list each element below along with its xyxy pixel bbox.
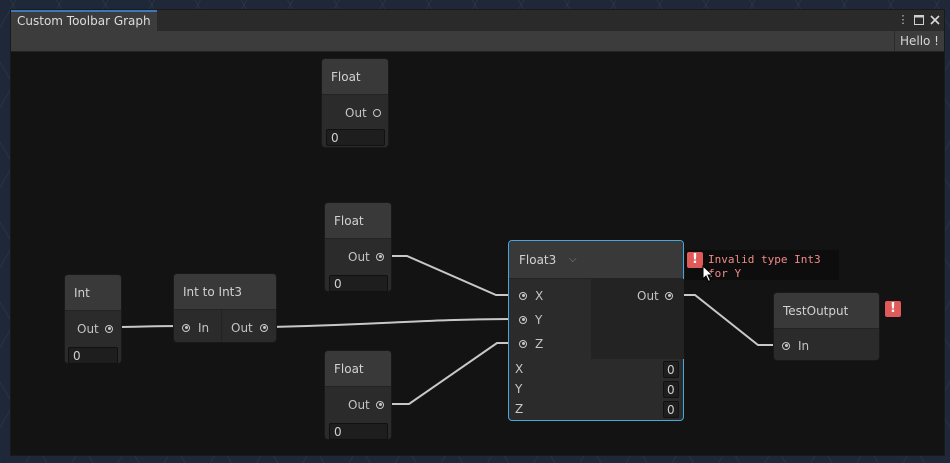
graph-toolbar: Hello ! — [11, 31, 944, 52]
node-title: Float3 ⌵ — [509, 241, 683, 279]
error-message: Invalid type Int3 for Y — [708, 253, 821, 280]
port-label: Out — [348, 398, 370, 412]
field-row-x: X 0 — [515, 361, 679, 379]
node-float-top[interactable]: Float Out 0 — [321, 58, 389, 148]
node-float3[interactable]: Float3 ⌵ X Y Z Out X 0 Y 0 Z 0 — [508, 240, 684, 421]
output-port-out[interactable]: Out — [348, 248, 388, 266]
value-field[interactable]: 0 — [68, 347, 118, 364]
field-label: X — [515, 362, 524, 376]
port-label: In — [198, 321, 210, 335]
input-port-y[interactable]: Y — [519, 311, 559, 329]
value-field[interactable]: 0 — [663, 361, 679, 378]
mouse-cursor-icon — [702, 265, 714, 283]
output-port-out[interactable]: Out — [348, 396, 388, 414]
hello-button[interactable]: Hello ! — [893, 31, 944, 51]
port-label: In — [798, 339, 810, 353]
port-label: Out — [637, 289, 659, 303]
input-port-in[interactable]: In — [782, 337, 822, 355]
output-port-out[interactable]: Out — [231, 319, 273, 337]
port-dot-icon[interactable] — [782, 341, 790, 350]
maximize-icon[interactable] — [914, 12, 924, 28]
node-title: Float — [325, 203, 391, 239]
kebab-menu-icon[interactable]: ⋮ — [898, 12, 909, 28]
value-field[interactable]: 0 — [326, 129, 385, 146]
node-title: Int — [65, 275, 121, 311]
warning-icon: ! — [885, 301, 901, 317]
graph-window: Custom Toolbar Graph ⋮ Hello ! — [10, 9, 945, 456]
node-title: Int to Int3 — [174, 274, 276, 310]
node-title: Float — [325, 351, 391, 387]
value-field[interactable]: 0 — [329, 423, 388, 440]
port-dot-icon[interactable] — [519, 291, 527, 300]
output-port-out[interactable]: Out — [77, 320, 117, 338]
port-dot-icon[interactable] — [376, 400, 384, 409]
tab-custom-toolbar-graph[interactable]: Custom Toolbar Graph — [11, 10, 157, 31]
port-dot-icon[interactable] — [519, 315, 527, 324]
port-label: Y — [535, 313, 543, 327]
input-port-in[interactable]: In — [182, 319, 222, 337]
node-int[interactable]: Int Out 0 — [64, 274, 122, 364]
value-field[interactable]: 0 — [663, 401, 679, 418]
window-controls: ⋮ — [898, 12, 940, 28]
field-row-z: Z 0 — [515, 401, 679, 419]
node-title-text: Float3 — [519, 253, 557, 267]
port-dot-icon[interactable] — [373, 108, 381, 117]
field-label: Z — [515, 402, 524, 416]
port-dot-icon[interactable] — [260, 323, 268, 332]
port-label: Out — [348, 250, 370, 264]
warning-icon: ! — [687, 252, 703, 268]
port-label: Out — [231, 321, 253, 335]
node-test-output[interactable]: TestOutput In — [773, 292, 880, 361]
close-icon[interactable] — [930, 12, 940, 28]
output-port-out[interactable]: Out — [637, 287, 677, 305]
node-title: TestOutput — [774, 293, 879, 329]
chevron-down-icon[interactable]: ⌵ — [569, 241, 577, 279]
value-field[interactable]: 0 — [663, 381, 679, 398]
tab-bar: Custom Toolbar Graph ⋮ — [11, 10, 944, 31]
port-label: Out — [345, 106, 367, 120]
port-dot-icon[interactable] — [519, 339, 527, 348]
port-dot-icon[interactable] — [665, 291, 673, 300]
port-label: Out — [77, 322, 99, 336]
output-port-out[interactable]: Out — [345, 104, 385, 122]
input-port-x[interactable]: X — [519, 287, 559, 305]
field-label: Y — [515, 382, 523, 396]
port-dot-icon[interactable] — [376, 252, 384, 261]
port-label: X — [535, 289, 544, 303]
input-port-z[interactable]: Z — [519, 335, 559, 353]
port-dot-icon[interactable] — [105, 324, 113, 333]
port-dot-icon[interactable] — [182, 323, 190, 332]
port-label: Z — [535, 337, 544, 351]
node-float-bottom[interactable]: Float Out 0 — [324, 350, 392, 440]
node-title: Float — [322, 59, 388, 95]
field-row-y: Y 0 — [515, 381, 679, 399]
node-float-mid[interactable]: Float Out 0 — [324, 202, 392, 292]
node-int-to-int3[interactable]: Int to Int3 In Out — [173, 273, 277, 343]
value-field[interactable]: 0 — [329, 275, 388, 292]
